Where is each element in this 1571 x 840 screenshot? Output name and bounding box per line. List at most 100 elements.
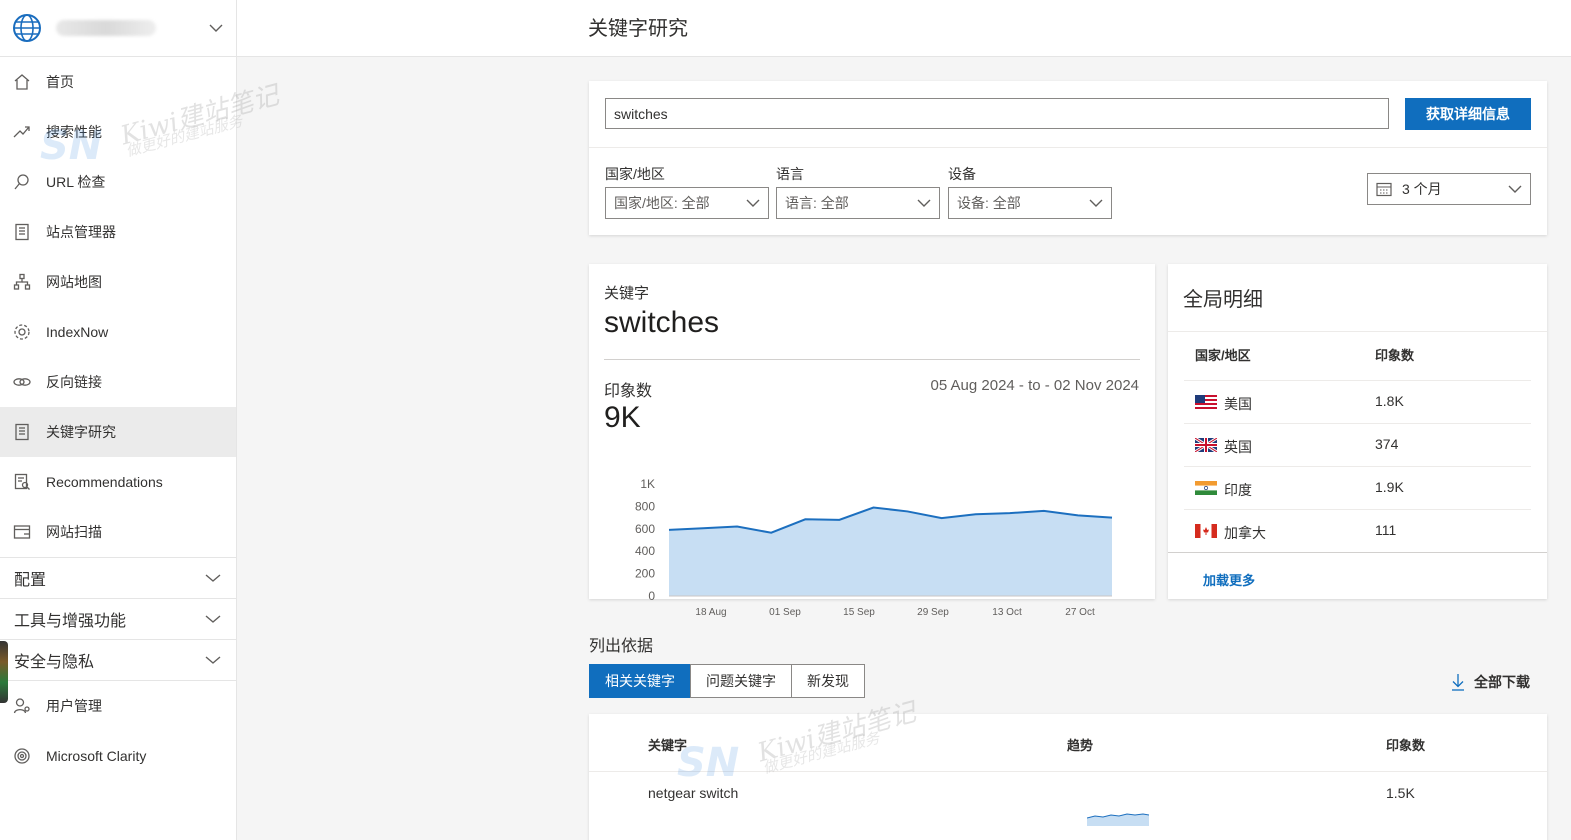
chevron-down-icon [204, 610, 222, 628]
impressions-count: 111 [1375, 522, 1397, 538]
x-tick-label: 27 Oct [1065, 607, 1095, 618]
sidebar-item-clarity[interactable]: Microsoft Clarity [0, 731, 236, 781]
keyword-search-card: 获取详细信息 国家/地区 国家/地区: 全部 语言 语言: 全部 设备 设备: … [589, 81, 1547, 235]
table-row: 印度 1.9K [1184, 466, 1531, 509]
column-header-country: 国家/地区 [1195, 348, 1251, 363]
sidebar-item-site-explorer[interactable]: 站点管理器 [0, 207, 236, 257]
y-tick-label: 800 [635, 499, 655, 513]
keyword-value: switches [604, 306, 720, 339]
keyword-input[interactable] [605, 98, 1389, 129]
series-area [669, 507, 1112, 596]
get-details-button[interactable]: 获取详细信息 [1405, 98, 1531, 130]
sidebar-nav: 首页 搜索性能 URL 检查 站点管理器 网站地图 IndexNow 反向链接 [0, 57, 236, 557]
gear-icon [13, 323, 31, 341]
sidebar-item-keyword-research[interactable]: 关键字研究 [0, 407, 236, 457]
sidebar-item-label: Microsoft Clarity [46, 748, 147, 764]
sidebar-item-search-performance[interactable]: 搜索性能 [0, 107, 236, 157]
sidebar-section-tools[interactable]: 工具与增强功能 [0, 598, 236, 639]
column-header-impressions: 印象数 [1375, 348, 1415, 363]
link-icon [13, 373, 31, 391]
sidebar-item-recommendations[interactable]: Recommendations [0, 457, 236, 507]
sidebar-item-label: 网站扫描 [46, 524, 102, 540]
sitemap-icon [13, 273, 31, 291]
sidebar-item-label: IndexNow [46, 324, 109, 340]
download-all-button[interactable]: 全部下载 [1450, 672, 1530, 692]
column-header-trend: 趋势 [1067, 738, 1094, 753]
report-icon [13, 473, 31, 491]
uk-flag-icon [1195, 438, 1217, 452]
calendar-icon [1376, 182, 1392, 197]
site-selector[interactable] [0, 0, 236, 57]
sidebar-item-label: 网站地图 [46, 274, 102, 290]
column-header-impressions: 印象数 [1386, 738, 1426, 753]
column-header-keyword: 关键字 [648, 738, 688, 753]
country-select[interactable]: 国家/地区: 全部 [605, 187, 769, 219]
sidebar-item-indexnow[interactable]: IndexNow [0, 307, 236, 357]
device-select[interactable]: 设备: 全部 [948, 187, 1112, 219]
sidebar-item-site-scan[interactable]: 网站扫描 [0, 507, 236, 557]
load-more-link[interactable]: 加载更多 [1203, 570, 1255, 589]
keyword-cell[interactable]: netgear switch [648, 785, 738, 801]
download-icon [1452, 674, 1464, 691]
country-name: 美国 [1224, 396, 1252, 412]
globe-icon [13, 14, 41, 42]
us-flag-icon [1195, 395, 1217, 409]
y-tick-label: 200 [635, 567, 655, 581]
country-name: 英国 [1224, 439, 1252, 455]
india-flag-icon [1195, 481, 1217, 495]
sidebar-item-sitemaps[interactable]: 网站地图 [0, 257, 236, 307]
device-select-value: 设备: 全部 [957, 195, 1021, 211]
sidebar-item-home[interactable]: 首页 [0, 57, 236, 107]
date-range-value: 3 个月 [1402, 181, 1442, 197]
sidebar-item-label: 搜索性能 [46, 124, 102, 140]
list-by-label: 列出依据 [589, 638, 654, 655]
list-by-tabs: 相关关键字 问题关键字 新发现 [589, 664, 865, 698]
impressions-cell: 1.5K [1386, 785, 1415, 801]
clarity-icon [13, 747, 31, 765]
table-row: 加拿大 111 [1184, 509, 1531, 552]
user-icon [13, 697, 31, 715]
section-label: 工具与增强功能 [14, 613, 127, 630]
sidebar-item-backlinks[interactable]: 反向链接 [0, 357, 236, 407]
table-row: 英国 374 [1184, 423, 1531, 466]
document-icon [13, 423, 31, 441]
language-select[interactable]: 语言: 全部 [776, 187, 940, 219]
sidebar: 首页 搜索性能 URL 检查 站点管理器 网站地图 IndexNow 反向链接 [0, 0, 237, 840]
chevron-down-icon [208, 20, 224, 36]
chevron-down-icon [1508, 182, 1522, 196]
chevron-down-icon [1089, 196, 1103, 210]
sidebar-section-security[interactable]: 安全与隐私 [0, 639, 236, 680]
country-select-value: 国家/地区: 全部 [614, 195, 710, 211]
page-title: 关键字研究 [588, 18, 688, 40]
side-handle[interactable] [0, 641, 8, 703]
trend-sparkline [1087, 813, 1149, 826]
tab-question-keywords[interactable]: 问题关键字 [690, 664, 792, 698]
x-tick-label: 29 Sep [917, 607, 949, 618]
keywords-table: 关键字 趋势 印象数 netgear switch 1.5K [589, 714, 1547, 840]
impressions-count: 374 [1375, 436, 1399, 452]
sidebar-item-label: 首页 [46, 74, 74, 90]
tab-new-discoveries[interactable]: 新发现 [791, 664, 865, 698]
tab-related-keywords[interactable]: 相关关键字 [589, 664, 691, 698]
sidebar-item-label: URL 检查 [46, 174, 106, 190]
sidebar-section-config[interactable]: 配置 [0, 557, 236, 598]
sidebar-item-user-management[interactable]: 用户管理 [0, 681, 236, 731]
sidebar-item-url-inspection[interactable]: URL 检查 [0, 157, 236, 207]
sidebar-item-label: Recommendations [46, 474, 163, 490]
country-name: 印度 [1224, 482, 1252, 498]
sidebar-item-label: 站点管理器 [46, 224, 116, 240]
country-name: 加拿大 [1224, 525, 1266, 541]
section-label: 安全与隐私 [14, 654, 95, 671]
x-tick-label: 13 Oct [992, 607, 1022, 618]
y-tick-label: 600 [635, 522, 655, 536]
impressions-label: 印象数 [604, 383, 653, 400]
x-tick-label: 18 Aug [695, 607, 726, 618]
language-filter-label: 语言 [776, 166, 804, 182]
sidebar-item-label: 反向链接 [46, 374, 102, 390]
date-range-select[interactable]: 3 个月 [1367, 173, 1531, 205]
divider [1168, 552, 1547, 553]
chevron-down-icon [204, 569, 222, 587]
sidebar-item-label: 关键字研究 [46, 424, 116, 440]
divider [1168, 331, 1547, 332]
global-breakdown-title: 全局明细 [1183, 289, 1263, 311]
